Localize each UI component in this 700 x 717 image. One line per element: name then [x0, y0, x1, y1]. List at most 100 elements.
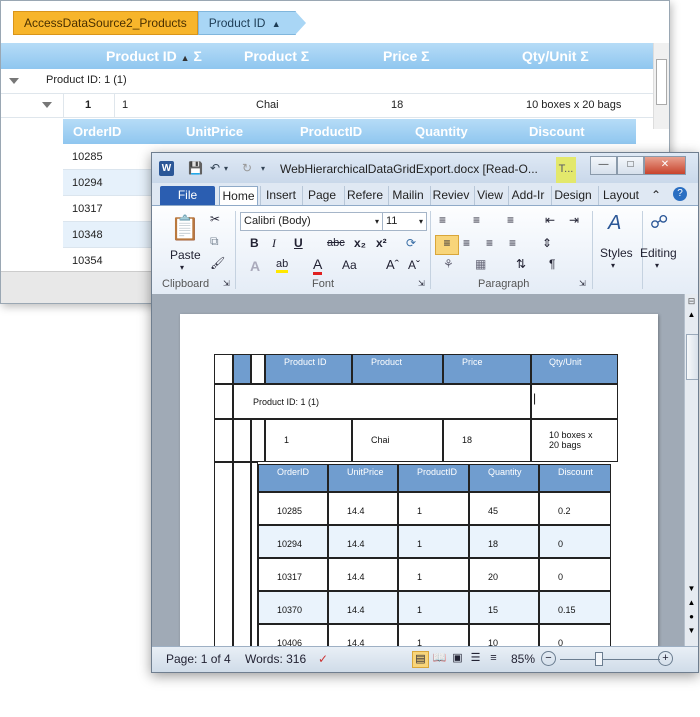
align-left-button[interactable]: ≡	[435, 235, 459, 255]
minimize-button[interactable]: —	[590, 156, 617, 175]
zoom-in-icon[interactable]: +	[658, 651, 673, 666]
font-name-combo[interactable]: Calibri (Body) ▾	[240, 212, 383, 231]
column-header-product-id[interactable]: Product ID ▲ Σ	[106, 48, 202, 64]
tab-home[interactable]: Home	[219, 186, 258, 206]
undo-icon[interactable]: ↶	[210, 161, 220, 175]
outline-icon[interactable]: ☰	[468, 651, 483, 666]
paragraph-launcher-icon[interactable]: ⇲	[579, 279, 586, 288]
word-count[interactable]: Words: 316	[245, 652, 306, 666]
tab-insert[interactable]: Insert	[260, 186, 301, 205]
document-scrollbar[interactable]: ⊟ ▲ ▼ ▲ ● ▼	[684, 294, 698, 646]
scroll-up-icon[interactable]: ▲	[685, 310, 698, 319]
line-spacing-icon[interactable]: ⇕	[542, 236, 552, 250]
close-button[interactable]: ✕	[644, 156, 686, 175]
previous-page-icon[interactable]: ▲	[685, 598, 698, 607]
font-color-icon[interactable]: A	[313, 256, 323, 275]
clipboard-icon[interactable]: 📋	[170, 214, 200, 243]
font-launcher-icon[interactable]: ⇲	[418, 279, 425, 288]
multilevel-list-icon[interactable]: ≡	[507, 213, 514, 227]
expand-row-icon[interactable]	[42, 102, 52, 108]
breadcrumb-item-product-id[interactable]: Product ID ▲	[197, 11, 306, 35]
styles-button[interactable]: Styles	[600, 246, 633, 260]
shading-icon[interactable]: ⚘	[443, 257, 454, 271]
column-header-price[interactable]: Price Σ	[383, 48, 430, 64]
column-header-qty-unit[interactable]: Qty/Unit Σ	[522, 48, 589, 64]
next-page-icon[interactable]: ▼	[685, 626, 698, 635]
table-tools-contextual-tab[interactable]: T...	[556, 157, 576, 183]
tab-layout[interactable]: Layout	[598, 186, 643, 205]
show-formatting-icon[interactable]: ¶	[549, 257, 555, 271]
clear-formatting-icon[interactable]: ⟳	[406, 236, 416, 250]
italic-button[interactable]: I	[272, 236, 276, 251]
editing-button[interactable]: Editing	[640, 246, 677, 260]
paste-button[interactable]: Paste	[170, 248, 201, 262]
styles-dropdown-icon[interactable]: ▾	[611, 261, 615, 270]
shrink-font-icon[interactable]: Aˇ	[408, 258, 420, 272]
column-header-discount[interactable]: Discount	[529, 124, 585, 139]
page-count[interactable]: Page: 1 of 4	[166, 652, 231, 666]
group-row[interactable]: Product ID: 1 (1)	[1, 69, 653, 94]
tab-add-ins[interactable]: Add-Ir	[508, 186, 547, 205]
cut-icon[interactable]: ✂	[210, 212, 220, 226]
scroll-down-icon[interactable]: ▼	[685, 584, 698, 593]
save-icon[interactable]: 💾	[188, 161, 203, 175]
tab-file[interactable]: File	[160, 186, 215, 205]
font-size-combo[interactable]: 11 ▾	[382, 212, 427, 231]
sort-icon[interactable]: ⇅	[516, 257, 526, 271]
underline-button[interactable]: U	[294, 236, 303, 250]
browse-object-icon[interactable]: ●	[685, 612, 698, 621]
text-effects-icon[interactable]: A	[250, 258, 260, 274]
scrollbar-thumb[interactable]	[686, 334, 698, 380]
clipboard-launcher-icon[interactable]: ⇲	[223, 279, 230, 288]
grow-font-icon[interactable]: Aˆ	[386, 257, 399, 272]
zoom-slider-thumb[interactable]	[595, 652, 603, 666]
justify-button[interactable]: ≡	[509, 236, 516, 250]
increase-indent-icon[interactable]: ⇥	[569, 213, 579, 227]
document-page[interactable]: Product ID Product Price Qty/Unit Produc…	[180, 314, 658, 654]
superscript-button[interactable]: x²	[376, 236, 387, 250]
minimize-ribbon-icon[interactable]: ⌃	[649, 186, 663, 205]
bold-button[interactable]: B	[250, 236, 259, 250]
find-binoculars-icon[interactable]: ☍	[650, 212, 668, 233]
zoom-level[interactable]: 85%	[511, 652, 535, 666]
table-row[interactable]: 1 1 Chai 18 10 boxes x 20 bags	[1, 94, 653, 118]
styles-icon[interactable]: A	[608, 212, 621, 235]
subscript-button[interactable]: x₂	[354, 236, 366, 250]
tab-design[interactable]: Design	[551, 186, 594, 205]
format-painter-icon[interactable]: 🖌	[210, 256, 225, 270]
copy-icon[interactable]: ⧉	[210, 234, 219, 249]
undo-dropdown-icon[interactable]: ▾	[224, 164, 228, 173]
proofing-icon[interactable]: ✓	[318, 652, 328, 666]
column-header-productid[interactable]: ProductID	[300, 124, 362, 139]
paste-dropdown-icon[interactable]: ▾	[180, 263, 184, 272]
tab-view[interactable]: View	[474, 186, 505, 205]
print-layout-icon[interactable]: ▤	[412, 651, 429, 668]
tab-review[interactable]: Reviev	[430, 186, 471, 205]
collapse-icon[interactable]	[9, 78, 19, 84]
bullets-icon[interactable]: ≡	[439, 213, 446, 227]
maximize-button[interactable]: □	[617, 156, 644, 175]
column-header-quantity[interactable]: Quantity	[415, 124, 468, 139]
align-right-button[interactable]: ≡	[486, 236, 493, 250]
tab-references[interactable]: Refere	[344, 186, 385, 205]
web-layout-icon[interactable]: ▣	[450, 651, 465, 666]
redo-icon[interactable]: ↻	[242, 161, 252, 175]
customize-qat-icon[interactable]: ▾	[261, 164, 265, 173]
decrease-indent-icon[interactable]: ⇤	[545, 213, 555, 227]
tab-page-layout[interactable]: Page L	[302, 186, 341, 221]
numbering-icon[interactable]: ≡	[473, 213, 480, 227]
borders-icon[interactable]: ▦	[475, 257, 486, 271]
align-center-button[interactable]: ≡	[463, 236, 470, 250]
editing-dropdown-icon[interactable]: ▾	[655, 261, 659, 270]
split-icon[interactable]: ⊟	[685, 296, 698, 307]
zoom-out-icon[interactable]: −	[541, 651, 556, 666]
column-header-unitprice[interactable]: UnitPrice	[186, 124, 243, 139]
draft-icon[interactable]: ≡	[486, 651, 501, 666]
scrollbar-thumb[interactable]	[656, 59, 667, 105]
highlight-icon[interactable]: ab	[276, 258, 289, 273]
breadcrumb-item-datasource[interactable]: AccessDataSource2_Products	[13, 11, 198, 35]
help-icon[interactable]: ?	[673, 187, 687, 201]
full-screen-reading-icon[interactable]: 📖	[432, 651, 447, 666]
grid-scrollbar[interactable]	[653, 43, 669, 129]
tab-mailings[interactable]: Mailin	[388, 186, 427, 205]
